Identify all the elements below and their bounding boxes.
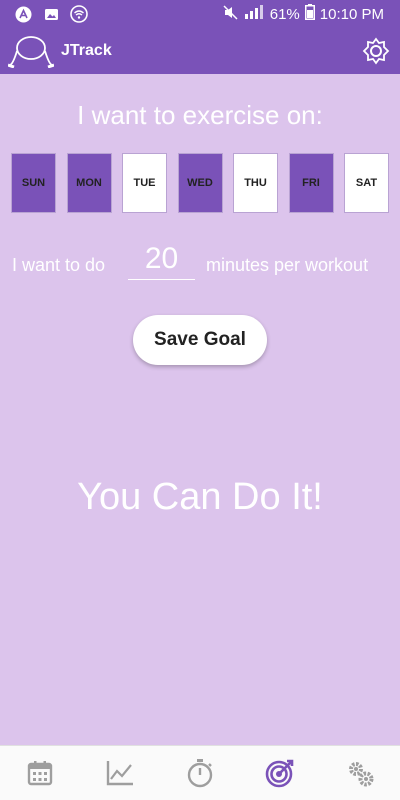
app-notification-icon	[14, 5, 32, 23]
day-selector: SUN MON TUE WED THU FRI SAT	[11, 153, 389, 213]
signal-icon	[243, 4, 265, 24]
day-label: WED	[187, 177, 213, 189]
day-label: FRI	[302, 177, 320, 189]
status-notifications	[14, 5, 88, 23]
minutes-suffix-label: minutes per workout	[206, 255, 369, 275]
status-bar: 61% 10:10 PM	[0, 0, 400, 28]
day-sat-toggle[interactable]: SAT	[344, 153, 389, 213]
day-mon-toggle[interactable]: MON	[66, 153, 112, 213]
day-fri-toggle[interactable]: FRI	[288, 153, 334, 213]
save-goal-button[interactable]: Save Goal	[133, 315, 267, 365]
exercise-days-heading: I want to exercise on:	[77, 100, 323, 130]
target-icon[interactable]	[265, 758, 295, 788]
bottom-navigation	[0, 745, 400, 800]
shield-wifi-icon	[70, 5, 88, 23]
minutes-row: I want to do 20 minutes per workout	[0, 240, 400, 284]
settings-gear-icon[interactable]	[362, 37, 390, 65]
chart-icon[interactable]	[105, 758, 135, 788]
mute-icon	[223, 4, 238, 24]
day-thu-toggle[interactable]: THU	[233, 153, 278, 213]
minutes-input[interactable]: 20	[128, 240, 195, 280]
day-wed-toggle[interactable]: WED	[177, 153, 223, 213]
jump-rope-logo-icon	[7, 34, 55, 69]
calendar-icon[interactable]	[25, 758, 55, 788]
image-notification-icon	[42, 5, 60, 23]
battery-icon	[304, 4, 315, 24]
app-bar: JTrack	[0, 28, 400, 74]
day-sun-toggle[interactable]: SUN	[11, 153, 56, 213]
battery-percent: 61%	[269, 5, 300, 23]
day-label: TUE	[133, 177, 156, 189]
day-tue-toggle[interactable]: TUE	[122, 153, 167, 213]
stopwatch-icon[interactable]	[185, 758, 215, 788]
day-label: THU	[244, 177, 267, 189]
clock: 10:10 PM	[319, 5, 384, 23]
gears-icon[interactable]	[345, 758, 375, 788]
status-system: 61% 10:10 PM	[223, 4, 384, 24]
day-label: SAT	[355, 177, 378, 189]
app-title: JTrack	[61, 42, 112, 59]
motivation-text: You Can Do It!	[77, 476, 323, 518]
minutes-prefix-label: I want to do	[12, 255, 106, 275]
day-label: MON	[76, 177, 102, 189]
day-label: SUN	[21, 177, 46, 189]
